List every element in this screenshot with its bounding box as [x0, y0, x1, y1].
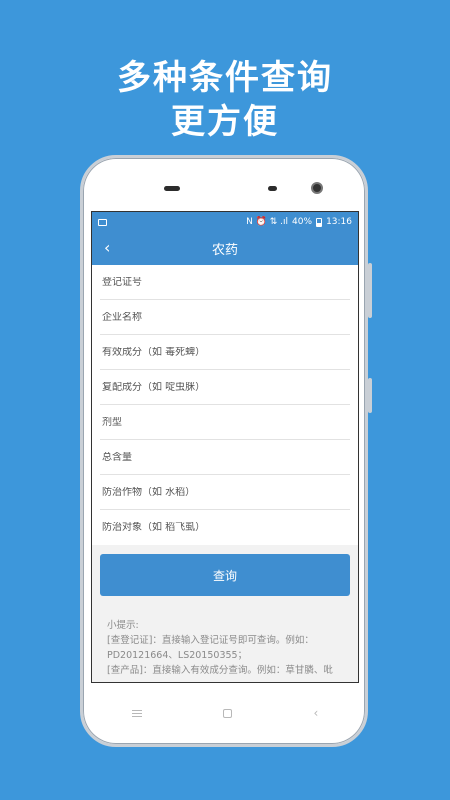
tips-line: PD20121664、LS20150355； [107, 650, 248, 661]
field-company-name [100, 300, 350, 335]
formulation-input[interactable] [102, 416, 350, 428]
menu-icon[interactable] [131, 709, 142, 717]
company-name-input[interactable] [102, 311, 350, 323]
power-button [368, 378, 372, 413]
promo-headline-line2: 更方便 [171, 102, 279, 142]
promo-headline-line1: 多种条件查询 [117, 58, 333, 98]
field-compound-ingredient [100, 370, 350, 405]
status-bar: N ⏰ ⇅ .ıl 40% 13:16 [92, 212, 358, 232]
field-target-pest [100, 510, 350, 545]
image-notification-icon [98, 218, 107, 226]
volume-button [368, 263, 372, 318]
clock: 13:16 [326, 217, 352, 227]
search-form [92, 265, 358, 545]
phone-speaker [164, 186, 180, 191]
nav-back-icon[interactable]: ‹ [313, 706, 318, 720]
page-title: 农药 [211, 243, 238, 258]
active-ingredient-input[interactable] [102, 346, 350, 358]
home-icon[interactable] [223, 708, 233, 718]
battery-percent: 40% [292, 217, 313, 227]
phone-sensor [268, 186, 277, 191]
phone-frame: N ⏰ ⇅ .ıl 40% 13:16 ‹ 农药 登记证号 企业名称 有效成分（… [80, 155, 372, 747]
system-nav-bar: ‹ [91, 688, 359, 738]
back-icon[interactable]: ‹ [104, 240, 110, 256]
total-content-input[interactable] [102, 451, 350, 463]
status-indicators: N ⏰ ⇅ .ıl [246, 217, 289, 227]
registration-number-input[interactable] [102, 276, 350, 288]
tips-section: 小提示: [查登记证]：直接输入登记证号即可查询。例如： PD20121664、… [92, 596, 358, 678]
compound-ingredient-input[interactable] [102, 381, 350, 393]
target-crop-input[interactable] [102, 486, 350, 498]
field-total-content [100, 440, 350, 475]
app-screen: N ⏰ ⇅ .ıl 40% 13:16 ‹ 农药 登记证号 企业名称 有效成分（… [91, 211, 359, 683]
field-active-ingredient [100, 335, 350, 370]
app-bar: ‹ 农药 [92, 232, 358, 265]
front-camera [311, 182, 323, 194]
query-button[interactable]: 查询 [100, 554, 350, 596]
tips-title: 小提示: [107, 620, 139, 631]
target-pest-input[interactable] [102, 522, 350, 533]
tips-line: [查产品]：直接输入有效成分查询。例如：草甘膦、吡 [107, 665, 333, 676]
tips-line: [查登记证]：直接输入登记证号即可查询。例如： [107, 635, 314, 646]
field-target-crop [100, 475, 350, 510]
field-formulation [100, 405, 350, 440]
field-registration-number [100, 265, 350, 300]
battery-icon [316, 217, 323, 227]
